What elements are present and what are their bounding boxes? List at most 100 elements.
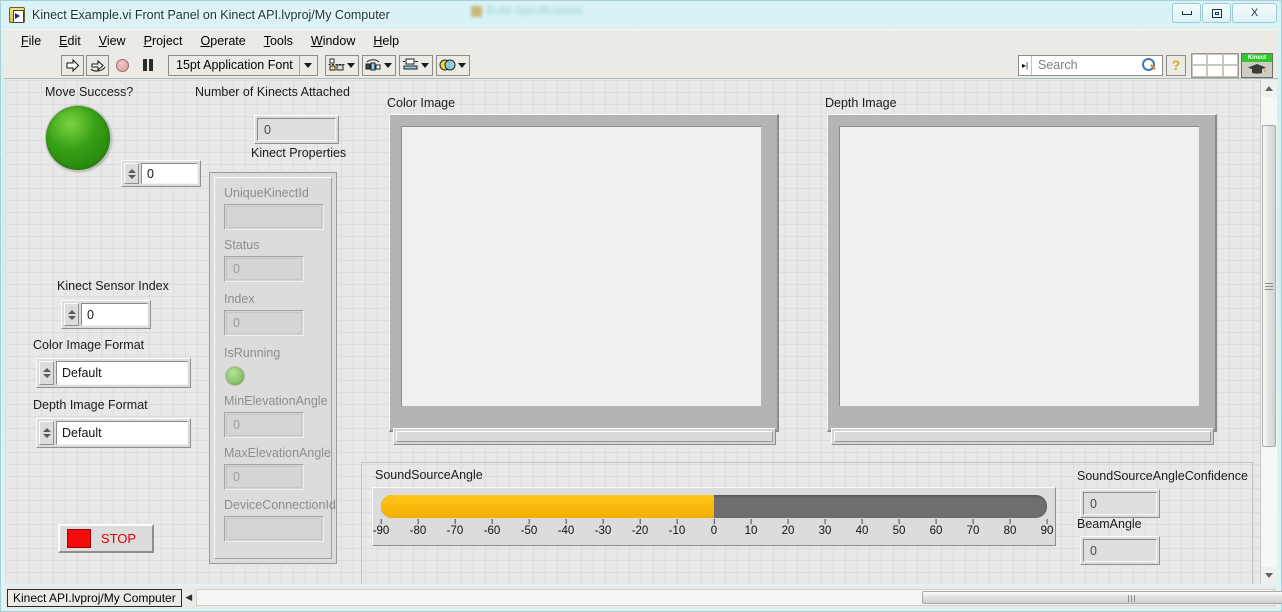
align-objects-button[interactable] — [325, 55, 359, 76]
increment-icon[interactable] — [68, 310, 76, 314]
font-selector[interactable]: 15pt Application Font — [168, 55, 318, 76]
run-arrow-icon — [65, 58, 80, 73]
color-image-hscroll-thumb[interactable] — [396, 431, 773, 442]
depth-image-display[interactable] — [827, 114, 1217, 432]
panel-horizontal-scrollbar[interactable] — [196, 589, 1275, 606]
unlabeled-numeric-spinner[interactable] — [124, 163, 139, 184]
depth-image-format-value[interactable]: Default — [56, 421, 188, 445]
slider-tick-label: 20 — [782, 525, 795, 537]
slider-tick: 40 — [856, 519, 869, 537]
slider-tick: 0 — [711, 519, 717, 537]
section-divider-right — [1252, 462, 1253, 584]
kinects-attached-label: Number of Kinects Attached — [195, 85, 350, 99]
unlabeled-numeric-control[interactable]: 0 — [121, 160, 201, 187]
slider-tick-mark — [861, 519, 862, 524]
scroll-down-button[interactable] — [1261, 567, 1277, 584]
search-options-button[interactable]: ▸| — [1019, 56, 1032, 75]
menu-item-file[interactable]: FFileile — [12, 31, 50, 51]
vscroll-track[interactable] — [1261, 97, 1277, 567]
slider-tick-label: -20 — [632, 525, 649, 537]
sound-source-angle-fill — [381, 495, 714, 518]
slider-tick: -80 — [410, 519, 427, 537]
color-image-format-label: Color Image Format — [33, 338, 144, 352]
align-objects-icon — [328, 58, 345, 72]
pause-button[interactable] — [136, 55, 159, 76]
slider-tick-mark — [750, 519, 751, 524]
menu-item-help[interactable]: Help — [364, 31, 408, 51]
scroll-up-button[interactable] — [1261, 80, 1277, 97]
context-help-button[interactable]: ? — [1166, 55, 1186, 76]
slider-tick-label: 60 — [930, 525, 943, 537]
font-dropdown-arrow[interactable] — [299, 56, 317, 75]
maxelevationangle-field: 0 — [224, 464, 304, 490]
ghost-title: Build Specifications — [487, 5, 582, 17]
front-panel-canvas: Move Success? 0 Number of Kinects Attach… — [5, 80, 1277, 584]
status-context-label: Kinect API.lvproj/My Computer — [7, 589, 182, 607]
sensor-index-value[interactable]: 0 — [81, 303, 148, 326]
vscroll-thumb[interactable] — [1262, 125, 1276, 447]
resize-objects-button[interactable] — [399, 55, 433, 76]
beam-angle-indicator: 0 — [1080, 536, 1160, 565]
distribute-objects-button[interactable] — [362, 55, 396, 76]
kinects-attached-value: 0 — [257, 118, 336, 141]
restore-button[interactable] — [1202, 3, 1231, 23]
search-input[interactable]: ▸| Search — [1018, 55, 1163, 76]
depth-image-hscroll-thumb[interactable] — [834, 431, 1211, 442]
sound-source-angle-slider[interactable]: -90-80-70-60-50-40-30-20-100102030405060… — [372, 487, 1056, 546]
decrement-icon[interactable] — [43, 374, 51, 378]
panel-vertical-scrollbar[interactable] — [1260, 80, 1277, 584]
reorder-button[interactable] — [436, 55, 470, 76]
slider-tick: 70 — [967, 519, 980, 537]
hscroll-left-button[interactable]: ◀ — [182, 592, 196, 603]
status-bar: Kinect API.lvproj/My Computer ◀ — [5, 586, 1277, 609]
slider-tick-mark — [787, 519, 788, 524]
depth-image-format-spinner[interactable] — [39, 421, 54, 445]
color-image-format-control[interactable]: Default — [36, 358, 191, 388]
slider-tick-label: 70 — [967, 525, 980, 537]
decrement-icon[interactable] — [43, 434, 51, 438]
index-value: 0 — [226, 312, 302, 334]
depth-image-format-control[interactable]: Default — [36, 418, 191, 448]
slider-tick-mark — [566, 519, 567, 524]
color-image-label: Color Image — [387, 96, 455, 110]
increment-icon[interactable] — [43, 368, 51, 372]
depth-image-hscrollbar[interactable] — [831, 428, 1214, 445]
menu-item-project[interactable]: Project — [135, 31, 192, 51]
color-image-display[interactable] — [389, 114, 779, 432]
decrement-icon[interactable] — [128, 175, 136, 179]
chevron-down-icon — [458, 63, 466, 68]
reorder-icon — [439, 58, 456, 72]
slider-tick-label: 30 — [819, 525, 832, 537]
run-continuously-button[interactable] — [86, 55, 109, 76]
menu-item-view[interactable]: View — [90, 31, 135, 51]
run-button[interactable] — [61, 55, 84, 76]
color-image-canvas — [401, 126, 761, 406]
abort-execution-button[interactable] — [111, 55, 134, 76]
increment-icon[interactable] — [128, 169, 136, 173]
depth-image-format-label: Depth Image Format — [33, 398, 148, 412]
unlabeled-numeric-value[interactable]: 0 — [141, 163, 198, 184]
decrement-icon[interactable] — [68, 316, 76, 320]
menu-item-edit[interactable]: Edit — [50, 31, 90, 51]
slider-tick-label: -40 — [558, 525, 575, 537]
sensor-index-spinner[interactable] — [64, 303, 79, 326]
stop-button[interactable]: STOP — [58, 524, 154, 553]
hscroll-thumb[interactable] — [922, 591, 1282, 604]
minimize-button[interactable] — [1172, 3, 1201, 23]
sensor-index-label: Kinect Sensor Index — [57, 279, 169, 293]
close-button[interactable]: X — [1232, 3, 1277, 23]
menu-item-tools[interactable]: Tools — [255, 31, 302, 51]
menu-item-operate[interactable]: Operate — [192, 31, 255, 51]
sound-source-angle-track[interactable] — [381, 495, 1047, 518]
palette-grid-icon[interactable] — [1191, 53, 1239, 78]
color-image-hscrollbar[interactable] — [393, 428, 776, 445]
increment-icon[interactable] — [43, 428, 51, 432]
slider-tick-mark — [381, 519, 382, 524]
color-image-format-spinner[interactable] — [39, 361, 54, 385]
slider-tick-mark — [603, 519, 604, 524]
color-image-format-value[interactable]: Default — [56, 361, 188, 385]
slider-tick: 30 — [819, 519, 832, 537]
sensor-index-control[interactable]: 0 — [61, 300, 151, 329]
restore-icon — [1212, 9, 1222, 18]
menu-item-window[interactable]: Window — [302, 31, 364, 51]
